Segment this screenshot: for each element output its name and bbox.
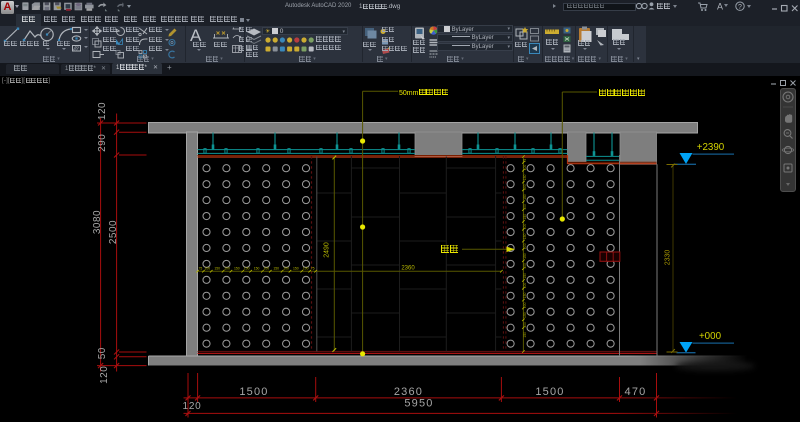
svg-text:100: 100 xyxy=(205,267,211,271)
svg-text:100: 100 xyxy=(224,267,230,271)
svg-text:50: 50 xyxy=(97,347,108,359)
svg-text:1500: 1500 xyxy=(535,386,564,398)
svg-text:A: A xyxy=(717,2,723,12)
svg-text:150: 150 xyxy=(273,267,279,271)
svg-text:100: 100 xyxy=(523,302,527,308)
svg-text:150: 150 xyxy=(523,292,527,298)
svg-text:?: ? xyxy=(738,4,742,11)
svg-text:120: 120 xyxy=(182,401,201,412)
svg-text:150: 150 xyxy=(523,233,527,239)
svg-text:100: 100 xyxy=(523,184,527,190)
svg-text:2500: 2500 xyxy=(108,220,119,244)
svg-text:150: 150 xyxy=(523,214,527,220)
svg-text:2360: 2360 xyxy=(401,265,415,271)
svg-text:150: 150 xyxy=(523,194,527,200)
svg-text:+2390: +2390 xyxy=(697,142,725,153)
svg-text:150: 150 xyxy=(293,267,299,271)
svg-text:100: 100 xyxy=(303,267,309,271)
svg-text:150: 150 xyxy=(523,253,527,259)
svg-text:+000: +000 xyxy=(699,331,722,342)
svg-text:100: 100 xyxy=(244,267,250,271)
svg-text:120: 120 xyxy=(97,102,108,120)
svg-text:100: 100 xyxy=(523,165,527,171)
svg-text:150: 150 xyxy=(214,267,220,271)
svg-text:2330: 2330 xyxy=(665,250,672,266)
svg-text:150: 150 xyxy=(523,332,527,338)
svg-text:150: 150 xyxy=(234,267,240,271)
svg-text:100: 100 xyxy=(523,263,527,269)
svg-text:100: 100 xyxy=(523,204,527,210)
svg-text:100: 100 xyxy=(523,322,527,328)
svg-text:75: 75 xyxy=(523,159,527,163)
svg-text:100: 100 xyxy=(264,267,270,271)
svg-text:150: 150 xyxy=(523,312,527,318)
svg-text:3080: 3080 xyxy=(92,210,103,234)
svg-text:5950: 5950 xyxy=(404,397,433,409)
svg-text:1500: 1500 xyxy=(239,386,268,398)
svg-text:75: 75 xyxy=(199,267,203,271)
svg-text:150: 150 xyxy=(523,273,527,279)
svg-text:100: 100 xyxy=(523,224,527,230)
svg-text:150: 150 xyxy=(523,174,527,180)
svg-text:2490: 2490 xyxy=(324,242,331,258)
svg-text:100: 100 xyxy=(523,283,527,289)
svg-text:100: 100 xyxy=(523,243,527,249)
svg-text:100: 100 xyxy=(283,267,289,271)
svg-text:470: 470 xyxy=(625,386,647,398)
svg-text:150: 150 xyxy=(254,267,260,271)
svg-text:120: 120 xyxy=(99,366,110,384)
svg-text:290: 290 xyxy=(97,134,108,152)
svg-text:75: 75 xyxy=(311,267,315,271)
